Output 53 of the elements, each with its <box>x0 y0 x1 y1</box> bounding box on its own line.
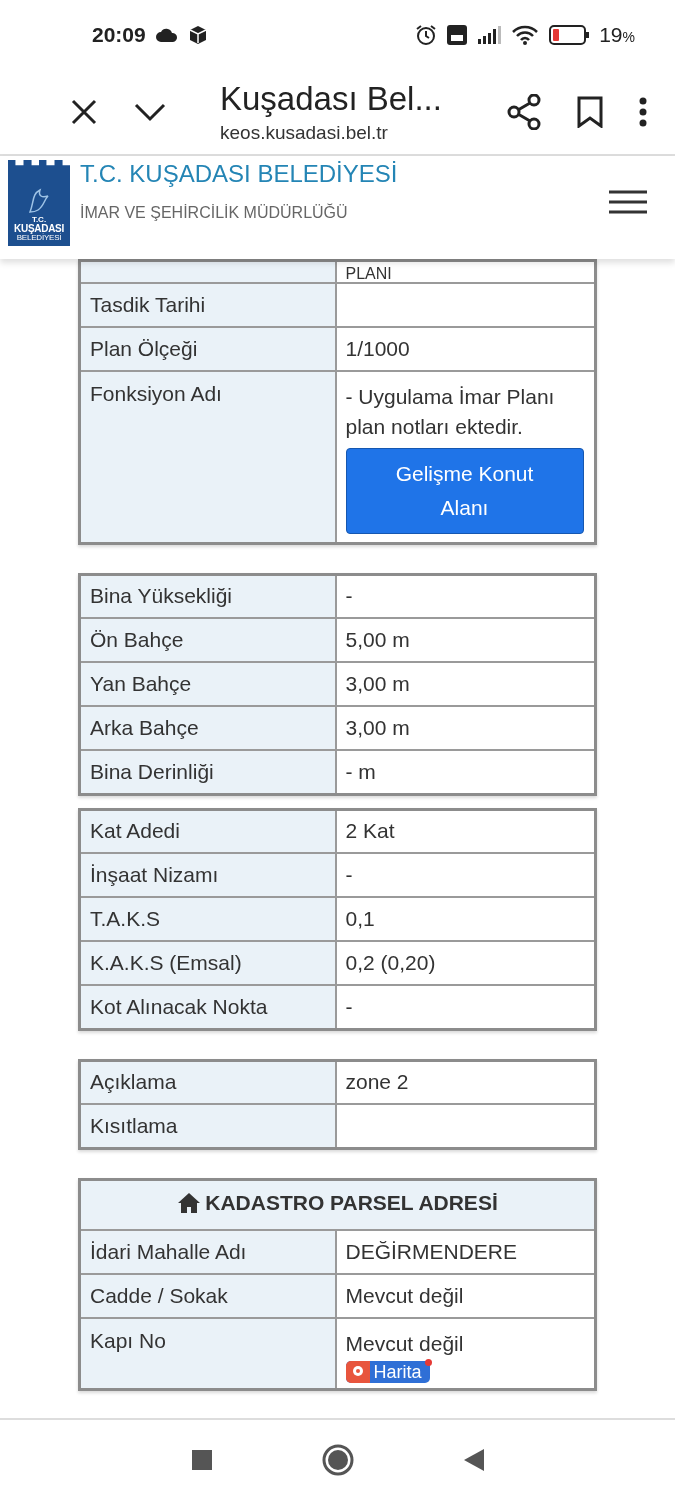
label-cell: Kat Adedi <box>79 809 336 854</box>
alarm-icon <box>415 24 438 46</box>
box-icon <box>187 25 208 45</box>
site-subtitle: İMAR VE ŞEHİRCİLİK MÜDÜRLÜĞÜ <box>80 204 349 222</box>
label-cell: Bina Yüksekliği <box>79 574 336 619</box>
battery-icon <box>549 25 590 45</box>
chevron-down-icon[interactable] <box>134 102 166 122</box>
bookmark-icon[interactable] <box>577 96 603 128</box>
page-url: keos.kusadasi.bel.tr <box>220 122 389 144</box>
value-text: Mevcut değil <box>345 1330 465 1357</box>
cloud-icon <box>155 28 178 42</box>
logo[interactable]: T.C. KUŞADASI BELEDİYESİ <box>8 160 70 246</box>
label-cell: Plan Ölçeği <box>79 326 336 371</box>
clock: 20:09 <box>92 23 146 47</box>
logo-text: KUŞADASI <box>14 224 64 234</box>
map-button[interactable]: Harita <box>345 1361 430 1383</box>
more-icon[interactable] <box>639 97 647 127</box>
label-cell: İdari Mahalle Adı <box>79 1229 336 1274</box>
percent-sign: % <box>622 29 635 45</box>
back-icon[interactable] <box>463 1449 484 1471</box>
label-cell: Arka Bahçe <box>79 706 336 751</box>
label-cell: K.A.K.S (Emsal) <box>79 941 336 986</box>
close-icon[interactable] <box>70 98 98 126</box>
label-cell: İnşaat Nizamı <box>79 853 336 898</box>
function-button[interactable]: Gelişme Konut Alanı <box>345 448 584 534</box>
label-cell: Cadde / Sokak <box>79 1273 336 1318</box>
logo-text: T.C. <box>31 216 47 224</box>
label-cell: Fonksiyon Adı <box>79 370 336 544</box>
share-icon[interactable] <box>507 94 541 130</box>
menu-icon[interactable] <box>609 190 647 214</box>
label-cell: Açıklama <box>79 1060 336 1105</box>
label-cell: T.A.K.S <box>79 897 336 942</box>
home-icon <box>177 1191 202 1214</box>
home-button-icon[interactable] <box>321 1444 354 1476</box>
section-title: KADASTRO PARSEL ADRESİ <box>205 1190 498 1215</box>
map-button-label: Harita <box>373 1361 422 1383</box>
notification-dot <box>424 1359 432 1366</box>
value-text: - Uygulama İmar Planı plan notları ektedir. <box>345 383 556 440</box>
page-title: Kuşadası Bel... <box>220 80 443 118</box>
site-title: T.C. KUŞADASI BELEDİYESİ <box>80 160 399 188</box>
signal-icon <box>477 26 502 44</box>
map-pin-icon <box>345 1361 370 1383</box>
label-cell: Tasdik Tarihi <box>79 282 336 327</box>
label-cell: Yan Bahçe <box>79 662 336 707</box>
wifi-icon <box>511 24 540 46</box>
recents-icon[interactable] <box>191 1450 212 1470</box>
battery-percent: 19 <box>599 23 623 47</box>
logo-text: BELEDİYESİ <box>16 234 62 242</box>
label-cell: Kısıtlama <box>79 1104 336 1149</box>
label-cell: Kot Alınacak Nokta <box>79 985 336 1030</box>
label-cell: Bina Derinliği <box>79 750 336 795</box>
label-cell: Kapı No <box>79 1317 336 1390</box>
label-cell: Ön Bahçe <box>79 618 336 663</box>
